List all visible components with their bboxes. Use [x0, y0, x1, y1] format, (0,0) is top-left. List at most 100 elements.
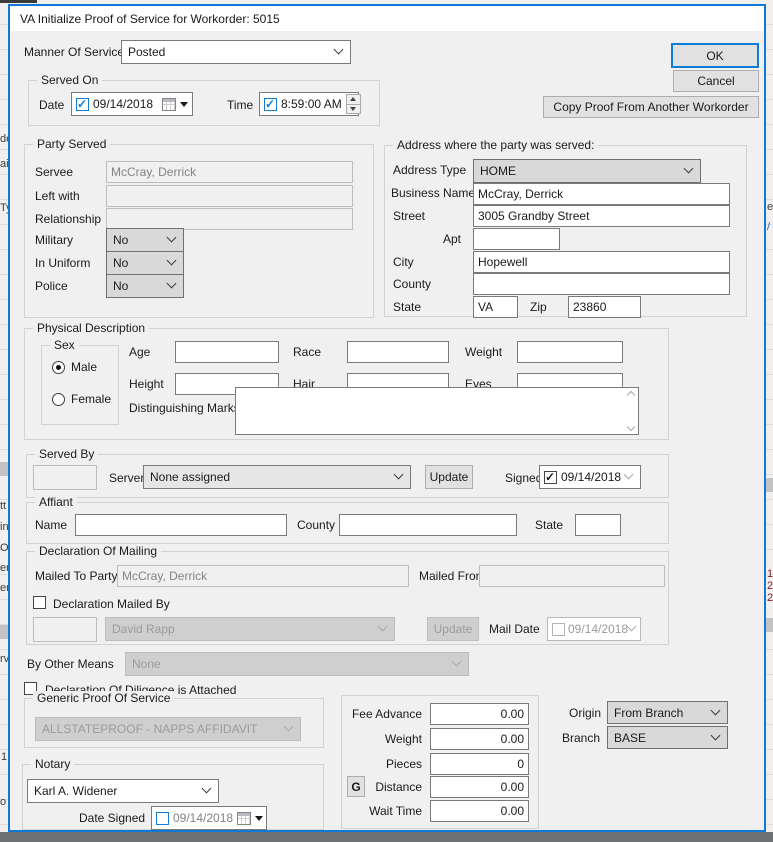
served-date-value: 09/14/2018 [93, 97, 154, 111]
signed-date-combo[interactable]: 09/14/2018 [539, 465, 641, 489]
race-field[interactable] [347, 341, 449, 363]
served-time-checkbox[interactable] [264, 97, 277, 111]
generic-proof-value: ALLSTATEPROOF - NAPPS AFFIDAVIT [42, 722, 258, 736]
origin-combo[interactable]: From Branch [607, 701, 728, 724]
age-field[interactable] [175, 341, 279, 363]
distance-field[interactable] [430, 776, 529, 798]
distinguishing-marks-textarea[interactable] [235, 387, 639, 435]
caret-down-icon[interactable] [180, 101, 188, 107]
police-value: No [113, 279, 129, 293]
mailed-from-field [479, 565, 665, 587]
apt-field[interactable] [473, 228, 560, 250]
county-label: County [393, 277, 432, 291]
in-uniform-combo[interactable]: No [106, 251, 184, 275]
weight-label: Weight [465, 345, 503, 359]
fee-advance-field[interactable] [430, 703, 529, 725]
notary-value: Karl A. Widener [34, 784, 118, 798]
signed-date-value: 09/14/2018 [561, 470, 622, 484]
branch-combo[interactable]: BASE [607, 726, 728, 749]
signed-label: Signed [505, 471, 543, 485]
scrollbar-up-icon[interactable] [626, 390, 635, 400]
zip-field[interactable] [568, 296, 641, 318]
time-label: Time [227, 98, 254, 112]
background-band [0, 625, 8, 639]
background-window-right [766, 0, 773, 832]
server-combo[interactable]: None assigned [143, 465, 411, 489]
mailer-id-field [33, 617, 97, 642]
male-radio-row[interactable]: Male [52, 360, 97, 374]
origin-value: From Branch [614, 705, 684, 720]
notary-date-checkbox[interactable] [156, 811, 169, 825]
declaration-mailed-by-checkbox[interactable] [33, 596, 46, 609]
in-uniform-label: In Uniform [35, 256, 91, 270]
notary-combo[interactable]: Karl A. Widener [27, 779, 219, 803]
affiant-name-field[interactable] [75, 514, 287, 536]
calendar-icon [162, 97, 176, 111]
generic-proof-combo: ALLSTATEPROOF - NAPPS AFFIDAVIT [35, 717, 301, 741]
party-served-group: Party Served Servee McCray, Derrick Left… [24, 137, 374, 318]
male-radio[interactable] [52, 360, 65, 374]
female-radio-row[interactable]: Female [52, 392, 111, 406]
address-type-combo[interactable]: HOME [473, 159, 701, 183]
police-combo[interactable]: No [106, 274, 184, 298]
male-label: Male [71, 360, 98, 374]
distance-label: Distance [375, 780, 422, 794]
military-combo[interactable]: No [106, 228, 184, 252]
state-label: State [393, 300, 422, 314]
generic-proof-group: Generic Proof Of Service ALLSTATEPROOF -… [24, 691, 324, 748]
server-update-button[interactable]: Update [425, 465, 473, 489]
served-on-group: Served On Date 09/14/2018 Time 8:59:00 A… [28, 73, 380, 126]
city-field[interactable] [473, 251, 730, 273]
mailer-combo: David Rapp [105, 617, 395, 641]
textarea-scrollbar[interactable] [623, 388, 638, 434]
affiant-group-title: Affiant [35, 495, 77, 510]
address-type-value: HOME [480, 164, 516, 178]
notary-group-title: Notary [31, 757, 75, 772]
mailing-group: Declaration Of Mailing Mailed To Party M… [26, 544, 669, 645]
apt-label: Apt [443, 232, 462, 246]
street-field[interactable] [473, 205, 730, 227]
county-field[interactable] [473, 273, 730, 295]
branch-value: BASE [614, 730, 647, 745]
caret-down-icon[interactable] [255, 815, 264, 821]
state-field[interactable] [473, 296, 518, 318]
background-window-bottom [0, 832, 773, 842]
copy-proof-button[interactable]: Copy Proof From Another Workorder [543, 96, 759, 118]
proof-of-service-dialog: VA Initialize Proof of Service for Worko… [8, 4, 766, 832]
cancel-button[interactable]: Cancel [673, 70, 759, 92]
manner-of-service-label: Manner Of Service [24, 45, 125, 59]
distinguishing-marks-label: Distinguishing Marks [129, 401, 240, 415]
scrollbar-down-icon[interactable] [626, 422, 635, 432]
signed-checkbox[interactable] [544, 470, 557, 484]
manner-of-service-combo[interactable]: Posted [121, 40, 351, 64]
dialog-titlebar[interactable]: VA Initialize Proof of Service for Worko… [10, 6, 764, 31]
fees-weight-field[interactable] [430, 728, 529, 750]
served-date-checkbox[interactable] [76, 97, 89, 111]
background-text-fragment: 2 [767, 580, 773, 592]
pieces-field[interactable] [430, 753, 529, 775]
weight-field[interactable] [517, 341, 623, 363]
business-name-field[interactable] [473, 183, 730, 205]
served-by-group-title: Served By [35, 447, 99, 462]
served-date-picker[interactable]: 09/14/2018 [71, 92, 193, 116]
left-with-label: Left with [35, 189, 80, 203]
background-text-fragment: / [767, 221, 771, 233]
chevron-down-icon [710, 730, 721, 740]
affiant-county-field[interactable] [339, 514, 517, 536]
female-radio[interactable] [52, 392, 65, 406]
physical-description-group-title: Physical Description [33, 321, 150, 336]
affiant-state-field[interactable] [575, 514, 621, 536]
ok-button[interactable]: OK [671, 43, 759, 68]
served-by-group: Served By Server None assigned Update Si… [26, 447, 669, 498]
notary-date-picker[interactable]: 09/14/2018 [151, 806, 267, 830]
spinner-down-icon[interactable] [346, 103, 360, 113]
background-text-fragment: o [0, 796, 7, 808]
spinner-up-icon[interactable] [346, 95, 360, 104]
time-spinner[interactable] [345, 94, 361, 114]
mailer-update-button: Update [427, 617, 479, 641]
wait-time-field[interactable] [430, 800, 529, 822]
chevron-down-icon [201, 783, 212, 794]
military-value: No [113, 233, 129, 247]
served-time-picker[interactable]: 8:59:00 AM [259, 92, 361, 116]
in-uniform-value: No [113, 256, 129, 270]
